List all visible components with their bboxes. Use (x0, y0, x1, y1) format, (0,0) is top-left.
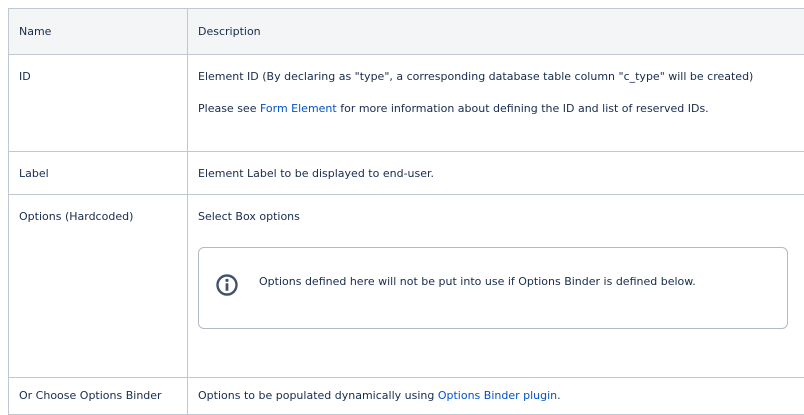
id-description: Element ID (By declaring as "type", a co… (198, 69, 804, 85)
table-row-options-binder: Or Choose Options Binder Options to be p… (9, 378, 804, 415)
table-row-options: Options (Hardcoded) Select Box options O… (9, 195, 804, 378)
id-description-note: Please see Form Element for more informa… (198, 101, 804, 117)
info-icon (215, 273, 239, 297)
row-name-label: Or Choose Options Binder (19, 388, 177, 404)
form-element-link[interactable]: Form Element (260, 102, 337, 115)
note-suffix: for more information about defining the … (337, 102, 709, 115)
options-description: Select Box options (198, 209, 804, 225)
row-name-label: Options (Hardcoded) (19, 209, 177, 225)
info-panel: Options defined here will not be put int… (198, 247, 788, 329)
cell-desc-options: Select Box options Options defined here … (188, 195, 804, 378)
row-name-label: Label (19, 166, 177, 182)
table-header-row: Name Description (9, 9, 804, 55)
cell-desc-id: Element ID (By declaring as "type", a co… (188, 55, 804, 152)
label-description: Element Label to be displayed to end-use… (198, 166, 804, 182)
binder-prefix: Options to be populated dynamically usin… (198, 389, 438, 402)
cell-name-binder: Or Choose Options Binder (9, 378, 188, 415)
cell-name-label: Label (9, 152, 188, 195)
properties-table: Name Description ID Element ID (By decla… (8, 8, 804, 415)
table-row-label: Label Element Label to be displayed to e… (9, 152, 804, 195)
options-binder-plugin-link[interactable]: Options Binder plugin (438, 389, 557, 402)
row-name-label: ID (19, 69, 177, 85)
info-message: Options defined here will not be put int… (259, 274, 696, 290)
cell-desc-label: Element Label to be displayed to end-use… (188, 152, 804, 195)
cell-desc-binder: Options to be populated dynamically usin… (188, 378, 804, 415)
table-row-id: ID Element ID (By declaring as "type", a… (9, 55, 804, 152)
column-header-description: Description (188, 9, 804, 55)
note-prefix: Please see (198, 102, 260, 115)
binder-description: Options to be populated dynamically usin… (198, 388, 804, 404)
cell-name-id: ID (9, 55, 188, 152)
binder-suffix: . (557, 389, 561, 402)
column-header-name: Name (9, 9, 188, 55)
cell-name-options: Options (Hardcoded) (9, 195, 188, 378)
